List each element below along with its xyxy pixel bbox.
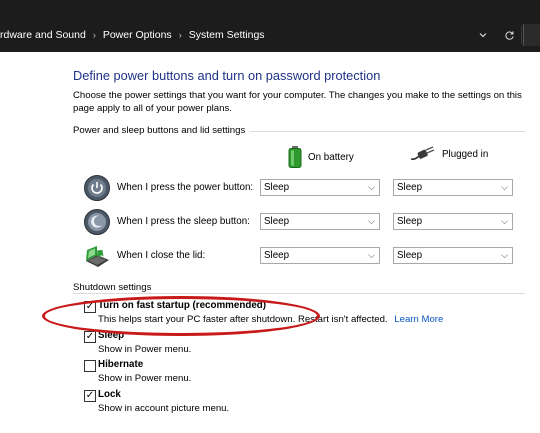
power-button-plugged-select[interactable]: Sleep ⌵	[393, 179, 513, 196]
chevron-down-icon: ⌵	[501, 216, 508, 226]
hibernate-checkbox[interactable]	[84, 360, 96, 372]
column-label: On battery	[308, 151, 354, 163]
lid-close-label: When I close the lid:	[117, 250, 206, 261]
chevron-down-icon: ⌵	[368, 250, 375, 260]
battery-icon	[288, 146, 302, 168]
lock-description: Show in account picture menu.	[98, 403, 230, 414]
sleep-title: Sleep	[98, 330, 125, 341]
fast-startup-title: Turn on fast startup (recommended)	[98, 300, 267, 311]
lock-checkbox[interactable]: ✓	[84, 390, 96, 402]
chevron-down-icon: ⌵	[368, 216, 375, 226]
power-button-row: When I press the power button: Sleep ⌵ S…	[83, 174, 523, 202]
breadcrumb-item-hardware-and-sound[interactable]: rdware and Sound	[0, 29, 86, 41]
learn-more-link[interactable]: Learn More	[394, 314, 443, 325]
select-value: Sleep	[264, 250, 290, 261]
group-divider	[73, 293, 525, 294]
select-value: Sleep	[397, 250, 423, 261]
page-title: Define power buttons and turn on passwor…	[73, 68, 381, 83]
power-button-battery-select[interactable]: Sleep ⌵	[260, 179, 380, 196]
hibernate-title: Hibernate	[98, 359, 144, 370]
select-value: Sleep	[397, 182, 423, 193]
breadcrumb-item-power-options[interactable]: Power Options	[103, 29, 172, 41]
sleep-button-row: When I press the sleep button: Sleep ⌵ S…	[83, 208, 523, 236]
sleep-button-icon	[84, 209, 110, 235]
power-button-label: When I press the power button:	[117, 182, 254, 193]
lid-close-battery-select[interactable]: Sleep ⌵	[260, 247, 380, 264]
address-dropdown-button[interactable]	[472, 25, 494, 45]
select-value: Sleep	[397, 216, 423, 227]
sleep-description: Show in Power menu.	[98, 344, 192, 355]
sleep-button-plugged-select[interactable]: Sleep ⌵	[393, 213, 513, 230]
power-plug-icon	[410, 146, 435, 160]
hibernate-description: Show in Power menu.	[98, 373, 192, 384]
column-label: Plugged in	[442, 148, 489, 160]
chevron-down-icon: ⌵	[368, 182, 375, 192]
breadcrumb-separator-icon: ›	[92, 30, 96, 40]
laptop-lid-icon	[86, 246, 109, 267]
column-on-battery: On battery	[288, 146, 354, 168]
chevron-down-icon: ⌵	[501, 182, 508, 192]
main-content: Define power buttons and turn on passwor…	[0, 52, 540, 433]
lock-title: Lock	[98, 389, 121, 400]
breadcrumb-separator-icon: ›	[178, 30, 182, 40]
sleep-button-battery-select[interactable]: Sleep ⌵	[260, 213, 380, 230]
chevron-down-icon: ⌵	[501, 250, 508, 260]
shutdown-section-label: Shutdown settings	[73, 282, 157, 293]
lid-close-row: When I close the lid: Sleep ⌵ Sleep ⌵	[83, 242, 523, 270]
power-button-icon	[84, 175, 110, 201]
fast-startup-description: This helps start your PC faster after sh…	[98, 314, 443, 325]
column-plugged-in: Plugged in	[410, 146, 488, 162]
address-divider	[521, 26, 522, 44]
option-desc: This helps start your PC faster after sh…	[98, 314, 388, 325]
search-box[interactable]	[523, 24, 540, 46]
chevron-down-icon	[479, 33, 487, 38]
breadcrumb-item-system-settings[interactable]: System Settings	[189, 29, 265, 41]
sleep-button-label: When I press the sleep button:	[117, 216, 250, 227]
power-section-label: Power and sleep buttons and lid settings	[73, 125, 251, 136]
refresh-button[interactable]	[498, 25, 520, 45]
select-value: Sleep	[264, 216, 290, 227]
sleep-checkbox[interactable]: ✓	[84, 331, 96, 343]
select-value: Sleep	[264, 182, 290, 193]
address-bar: rdware and Sound › Power Options › Syste…	[0, 0, 540, 52]
lid-close-plugged-select[interactable]: Sleep ⌵	[393, 247, 513, 264]
fast-startup-checkbox[interactable]: ✓	[84, 301, 96, 313]
breadcrumb: rdware and Sound › Power Options › Syste…	[0, 26, 265, 44]
page-description: Choose the power settings that you want …	[73, 90, 522, 114]
refresh-icon	[504, 30, 514, 40]
